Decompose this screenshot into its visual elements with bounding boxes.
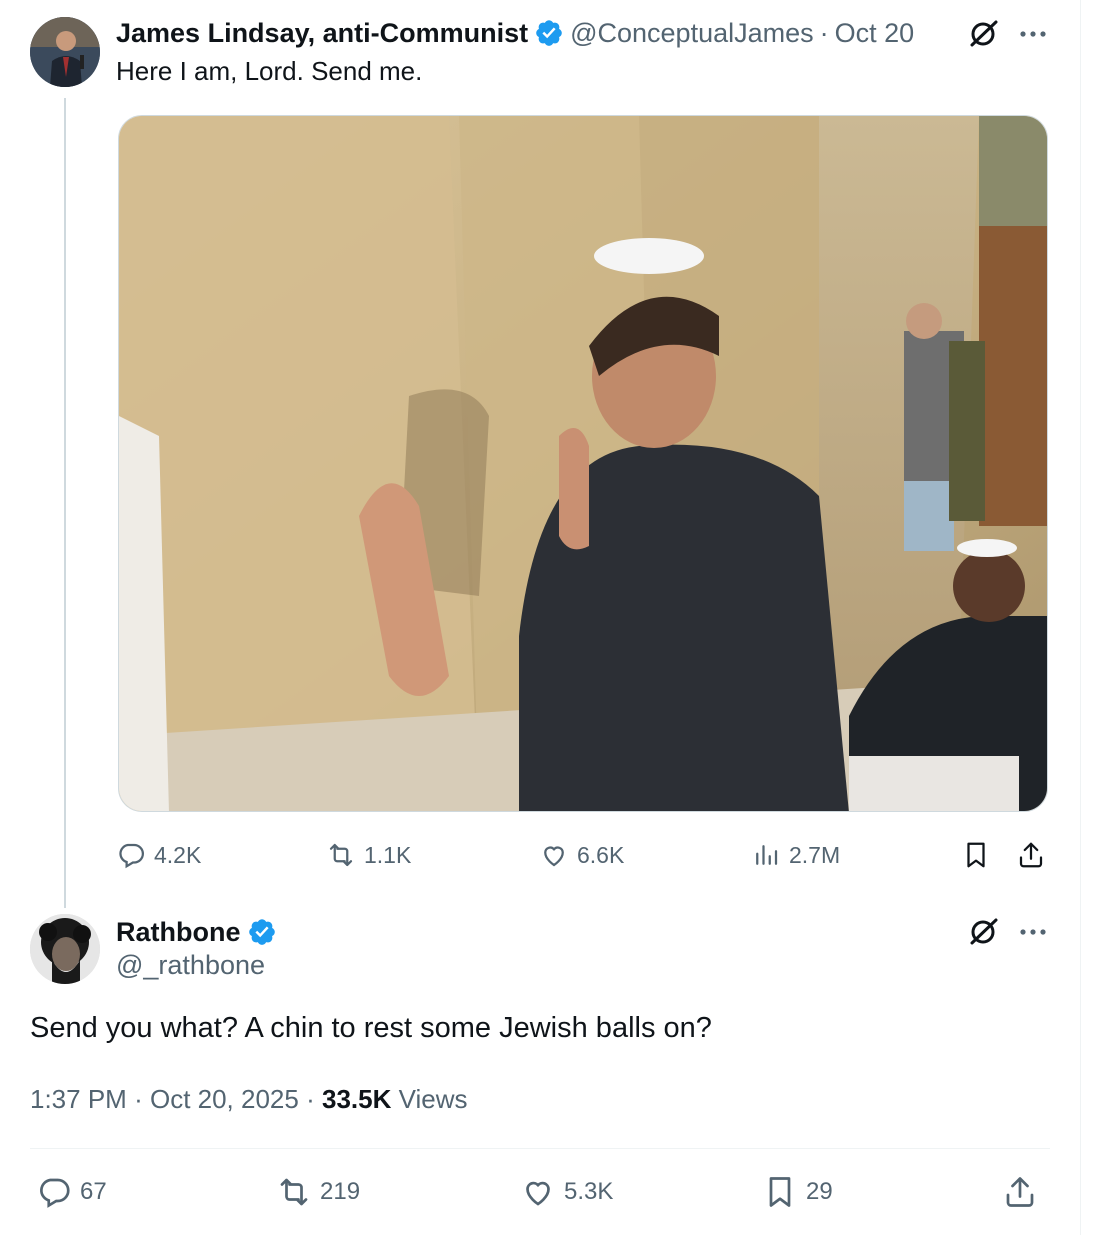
views-chart-icon xyxy=(756,845,778,865)
author-name[interactable]: James Lindsay, anti-Communist xyxy=(116,18,528,49)
author-handle[interactable]: @_rathbone xyxy=(116,950,265,981)
reply-button[interactable]: 67 xyxy=(36,1170,107,1214)
reply-button[interactable]: 4.2K xyxy=(116,835,201,875)
repost-count: 1.1K xyxy=(364,841,412,868)
reply-icon xyxy=(40,1178,70,1208)
views-count: 2.7M xyxy=(789,841,841,868)
more-dots-icon[interactable] xyxy=(1016,915,1050,949)
heart-icon xyxy=(544,846,564,867)
avatar[interactable] xyxy=(30,17,100,87)
share-button[interactable] xyxy=(1002,1170,1046,1214)
share-button[interactable] xyxy=(1016,835,1054,875)
bookmark-icon xyxy=(967,842,985,868)
bookmark-icon xyxy=(769,1177,791,1207)
views-button[interactable]: 2.7M xyxy=(751,835,840,875)
tweet-text: Send you what? A chin to rest some Jewis… xyxy=(30,1012,712,1044)
post-date[interactable]: Oct 20, 2025 xyxy=(150,1084,299,1114)
bookmark-button[interactable]: 29 xyxy=(762,1170,833,1214)
verified-badge-icon xyxy=(534,18,564,48)
like-count: 5.3K xyxy=(564,1178,614,1205)
verified-badge-icon xyxy=(247,917,277,947)
like-button[interactable]: 6.6K xyxy=(539,835,624,875)
thread-connector-line xyxy=(64,98,66,908)
grok-icon[interactable] xyxy=(966,17,1000,51)
repost-icon xyxy=(280,1178,308,1206)
repost-button[interactable]: 219 xyxy=(276,1170,360,1214)
share-icon xyxy=(1019,842,1043,868)
reply-action-bar: 67 219 5.3K 29 xyxy=(30,1170,1055,1214)
views-label: Views xyxy=(398,1084,468,1114)
share-icon xyxy=(1006,1177,1034,1207)
repost-button[interactable]: 1.1K xyxy=(326,835,411,875)
reply-count: 4.2K xyxy=(154,841,202,868)
tweet-text: Here I am, Lord. Send me. xyxy=(116,56,423,86)
right-border xyxy=(1080,0,1081,1235)
separator-dot: · xyxy=(134,1084,143,1114)
grok-icon[interactable] xyxy=(966,915,1000,949)
views-count[interactable]: 33.5K xyxy=(322,1084,391,1114)
parent-action-bar: 4.2K 1.1K 6.6K 2.7M xyxy=(116,835,1051,875)
reply-header: Rathbone xyxy=(116,914,283,950)
like-button[interactable]: 5.3K xyxy=(520,1170,613,1214)
author-handle[interactable]: @ConceptualJames xyxy=(570,18,814,49)
bookmark-button[interactable] xyxy=(961,835,999,875)
repost-count: 219 xyxy=(320,1178,361,1205)
separator-dot: · xyxy=(306,1084,315,1114)
tweet-metadata: 1:37 PM · Oct 20, 2025 · 33.5K Views xyxy=(30,1084,468,1115)
bookmark-count: 29 xyxy=(806,1178,833,1205)
divider xyxy=(30,1148,1050,1149)
repost-icon xyxy=(329,843,353,867)
like-count: 6.6K xyxy=(577,841,625,868)
tweet-photo[interactable] xyxy=(118,115,1048,812)
separator-dot: · xyxy=(819,17,829,48)
heart-icon xyxy=(526,1181,550,1206)
avatar[interactable] xyxy=(30,914,100,984)
reply-count: 67 xyxy=(80,1178,107,1205)
post-date[interactable]: Oct 20 xyxy=(835,18,915,49)
more-dots-icon[interactable] xyxy=(1016,17,1050,51)
reply-icon xyxy=(119,843,144,869)
parent-header: James Lindsay, anti-Communist @Conceptua… xyxy=(116,16,914,50)
post-time[interactable]: 1:37 PM xyxy=(30,1084,127,1114)
author-name[interactable]: Rathbone xyxy=(116,917,241,948)
parent-tweet[interactable]: James Lindsay, anti-Communist @Conceptua… xyxy=(0,0,1080,908)
